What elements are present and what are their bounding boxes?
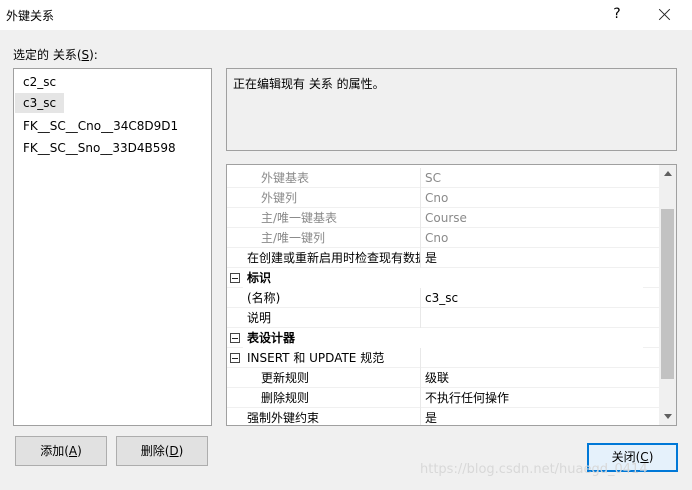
relationship-item[interactable]: c2_sc: [15, 72, 64, 92]
collapse-icon[interactable]: [230, 333, 240, 343]
scroll-thumb[interactable]: [661, 209, 674, 379]
delete-button[interactable]: 删除(D): [116, 436, 208, 466]
property-name: 外键基表: [243, 168, 421, 188]
property-name: 标识: [243, 268, 643, 288]
relationship-item-selected[interactable]: c3_sc: [15, 93, 65, 113]
property-name: INSERT 和 UPDATE 规范: [243, 348, 421, 368]
row-gutter: [227, 388, 243, 408]
property-name: 主/唯一键基表: [243, 208, 421, 228]
property-name: 在创建或重新启用时检查现有数据: [243, 248, 421, 268]
scroll-up-icon[interactable]: [659, 165, 676, 182]
property-row[interactable]: 主/唯一键列 Cno: [227, 228, 660, 248]
property-row[interactable]: (名称) c3_sc: [227, 288, 660, 308]
property-grid[interactable]: 外键基表 SC 外键列 Cno 主/唯一键基表 Course 主/唯一键列 Cno 在创建或重新…: [226, 164, 677, 426]
relationship-item[interactable]: FK__SC__Cno__34C8D9D1: [15, 116, 186, 136]
property-name: 表设计器: [243, 328, 643, 348]
row-gutter: [227, 248, 243, 268]
title-bar[interactable]: 外键关系 ?: [0, 0, 692, 30]
property-name: (名称): [243, 288, 421, 308]
property-value[interactable]: [422, 348, 660, 368]
row-gutter: [227, 288, 243, 308]
collapse-icon[interactable]: [230, 353, 240, 363]
description-text: 正在编辑现有 关系 的属性。: [233, 77, 385, 91]
property-value[interactable]: 是: [422, 248, 660, 268]
property-value[interactable]: c3_sc: [422, 288, 660, 308]
property-row[interactable]: INSERT 和 UPDATE 规范: [227, 348, 660, 368]
property-value[interactable]: Cno: [422, 228, 660, 248]
property-row[interactable]: 更新规则 级联: [227, 368, 660, 388]
property-value[interactable]: [422, 308, 660, 328]
property-name: 说明: [243, 308, 421, 328]
selected-relationship-label: 选定的 关系(S):: [13, 48, 98, 62]
row-gutter: [227, 228, 243, 248]
dialog-title: 外键关系: [6, 9, 55, 23]
property-row[interactable]: 外键列 Cno: [227, 188, 660, 208]
row-gutter: [227, 348, 243, 368]
property-rows: 外键基表 SC 外键列 Cno 主/唯一键基表 Course 主/唯一键列 Cno 在创建或重新…: [227, 165, 660, 425]
property-name: 外键列: [243, 188, 421, 208]
close-icon[interactable]: [650, 2, 680, 26]
category-row[interactable]: 表设计器: [227, 328, 660, 348]
row-gutter: [227, 408, 243, 425]
property-value[interactable]: 是: [422, 408, 660, 425]
property-row[interactable]: 说明: [227, 308, 660, 328]
property-row[interactable]: 外键基表 SC: [227, 168, 660, 188]
property-row[interactable]: 删除规则 不执行任何操作: [227, 388, 660, 408]
add-button[interactable]: 添加(A): [15, 436, 107, 466]
row-gutter: [227, 188, 243, 208]
foreign-key-relationships-dialog: 外键关系 ? 选定的 关系(S): c2_sc c3_sc FK__SC__Cn…: [0, 0, 692, 490]
row-gutter: [227, 368, 243, 388]
property-name: 强制外键约束: [243, 408, 421, 425]
category-row[interactable]: 标识: [227, 268, 660, 288]
property-value[interactable]: Course: [422, 208, 660, 228]
row-gutter: [227, 328, 243, 348]
property-value[interactable]: SC: [422, 168, 660, 188]
property-row[interactable]: 主/唯一键基表 Course: [227, 208, 660, 228]
relationship-list[interactable]: c2_sc c3_sc FK__SC__Cno__34C8D9D1 FK__SC…: [13, 68, 212, 426]
property-row[interactable]: 在创建或重新启用时检查现有数据是: [227, 248, 660, 268]
scroll-down-icon[interactable]: [659, 408, 676, 425]
row-gutter: [227, 208, 243, 228]
description-box: 正在编辑现有 关系 的属性。: [226, 68, 677, 151]
property-name: 更新规则: [243, 368, 421, 388]
property-value[interactable]: 级联: [422, 368, 660, 388]
property-value[interactable]: 不执行任何操作: [422, 388, 660, 408]
help-button[interactable]: ?: [604, 2, 630, 26]
row-gutter: [227, 268, 243, 288]
relationship-item[interactable]: FK__SC__Sno__33D4B598: [15, 138, 184, 158]
vertical-scrollbar[interactable]: [659, 165, 676, 425]
watermark: https://blog.csdn.net/huaegd_0414: [420, 462, 648, 477]
collapse-icon[interactable]: [230, 273, 240, 283]
row-gutter: [227, 168, 243, 188]
row-gutter: [227, 308, 243, 328]
property-name: 删除规则: [243, 388, 421, 408]
property-value[interactable]: Cno: [422, 188, 660, 208]
property-name: 主/唯一键列: [243, 228, 421, 248]
property-row[interactable]: 强制外键约束是: [227, 408, 660, 425]
